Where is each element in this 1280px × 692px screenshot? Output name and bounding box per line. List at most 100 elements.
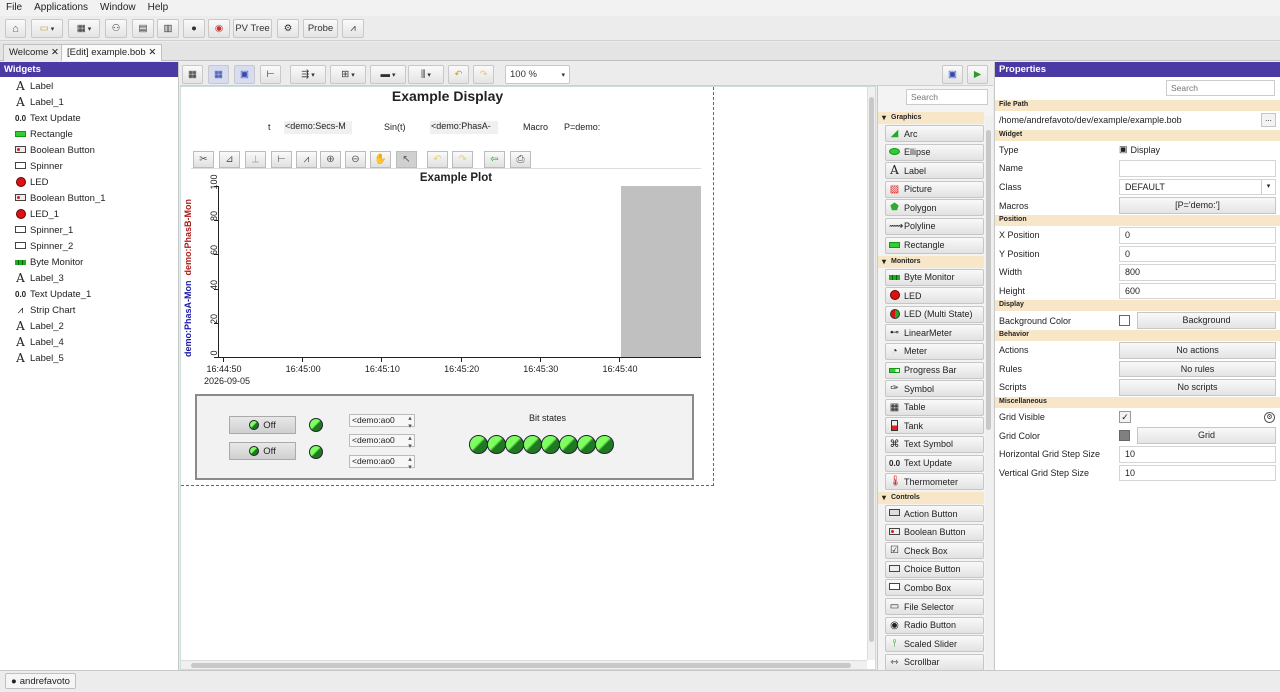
property-combo[interactable]: DEFAULT ▾ xyxy=(1119,178,1276,196)
palette-item[interactable]: ⊷ LinearMeter xyxy=(885,324,984,342)
coordinates-button[interactable]: ⊢ xyxy=(260,65,281,84)
palette-item[interactable]: Action Button xyxy=(885,505,984,523)
palette-item[interactable]: Rectangle xyxy=(885,236,984,254)
info-icon[interactable]: ⚙ xyxy=(1264,411,1275,423)
property-field[interactable]: 800 xyxy=(1119,264,1276,281)
crosshair-icon[interactable]: ⟂ xyxy=(245,151,266,168)
pv-tree-button[interactable]: PV Tree xyxy=(233,19,272,38)
undo-button[interactable]: ↶ xyxy=(448,65,469,84)
property-field[interactable]: 600 xyxy=(1119,282,1276,300)
property-button[interactable]: No actions xyxy=(1119,341,1276,359)
menu-help[interactable]: Help xyxy=(142,0,175,13)
property-color-button[interactable]: Grid xyxy=(1137,427,1276,444)
palette-category[interactable]: Monitors xyxy=(878,255,984,268)
widget-tree-item[interactable]: A Label_3 xyxy=(0,270,178,286)
property-checkbox[interactable]: ✓ xyxy=(1119,410,1131,423)
widget-tree-item[interactable]: Byte Monitor xyxy=(0,254,178,270)
property-field[interactable]: 10 xyxy=(1119,464,1276,482)
snap-widgets-button[interactable]: ▣ xyxy=(234,65,255,84)
spinner-1[interactable]: <demo:ao0 xyxy=(349,414,415,430)
widget-tree-item[interactable]: Boolean Button_1 xyxy=(0,190,178,206)
zoom-in-icon[interactable]: ⊕ xyxy=(320,151,341,168)
palette-item[interactable]: ⇿ Scrollbar xyxy=(885,653,984,671)
widget-tree-item[interactable]: LED_1 xyxy=(0,206,178,222)
boolean-button-2[interactable]: Off xyxy=(229,442,296,460)
home-button[interactable]: ⌂ xyxy=(5,19,26,38)
spacing-button[interactable]: ⫼ ▾ xyxy=(408,65,444,84)
widget-tree-item[interactable]: 0.0 Text Update_1 xyxy=(0,286,178,302)
property-button[interactable]: No rules xyxy=(1119,360,1276,378)
palette-category[interactable]: Graphics xyxy=(878,112,984,124)
widget-tree-item[interactable]: A Label xyxy=(0,78,178,94)
horizontal-scrollbar[interactable] xyxy=(181,660,867,669)
run-button[interactable]: ▶ xyxy=(967,65,988,84)
widget-tree-item[interactable]: A Label_5 xyxy=(0,350,178,366)
probe-button[interactable]: Probe xyxy=(303,19,338,38)
palette-item[interactable]: ◉ Radio Button xyxy=(885,616,984,634)
tab-edit-example[interactable]: [Edit] example.bob ✕ xyxy=(61,44,163,61)
palette-item[interactable]: ⌘ Text Symbol xyxy=(885,435,984,453)
property-button[interactable]: No scripts xyxy=(1119,379,1276,396)
plot-undo-icon[interactable]: ↶ xyxy=(427,151,448,168)
property-field[interactable] xyxy=(1119,160,1276,177)
plot-redo-icon[interactable]: ↷ xyxy=(452,151,473,168)
user-badge[interactable]: ● andrefavoto xyxy=(5,673,76,689)
widget-tree-item[interactable]: A Label_4 xyxy=(0,334,178,350)
widget-tree-item[interactable]: A Label_2 xyxy=(0,318,178,334)
back-icon[interactable]: ⇦ xyxy=(484,151,505,168)
spinner-3[interactable]: <demo:ao0 xyxy=(349,455,415,471)
property-field[interactable]: 0 xyxy=(1119,226,1276,244)
vertical-scroll-thumb[interactable] xyxy=(869,97,874,642)
palette-item[interactable]: ▨ Picture xyxy=(885,180,984,198)
tool-button-3[interactable]: ▥ xyxy=(157,19,179,38)
tab-welcome[interactable]: Welcome ✕ xyxy=(3,44,66,61)
axis-icon[interactable]: ⊿ xyxy=(219,151,240,168)
palette-item[interactable]: Choice Button xyxy=(885,560,984,578)
property-field[interactable]: 0 xyxy=(1119,245,1276,263)
palette-category[interactable]: Controls xyxy=(878,492,984,505)
save-button[interactable]: ▣ xyxy=(942,65,963,84)
browse-button[interactable]: ... xyxy=(1261,113,1276,127)
tool-button-5[interactable]: ◉ xyxy=(208,19,230,38)
boolean-button-1[interactable]: Off xyxy=(229,416,296,434)
property-color-button[interactable]: Background xyxy=(1137,312,1276,329)
cursor-icon[interactable]: ⊢ xyxy=(271,151,292,168)
widget-tree-item[interactable]: Spinner xyxy=(0,158,178,174)
palette-item[interactable]: Combo Box xyxy=(885,579,984,597)
tool-button-1[interactable]: ⚇ xyxy=(105,19,127,38)
palette-scroll-thumb[interactable] xyxy=(986,130,991,430)
tool-button-7[interactable]: ⩘ xyxy=(342,19,364,38)
palette-item[interactable]: ▭ File Selector xyxy=(885,598,984,616)
pointer-icon[interactable]: ↖ xyxy=(396,151,417,168)
palette-item[interactable]: ✑ Symbol xyxy=(885,380,984,398)
widget-tree-item[interactable]: 0.0 Text Update xyxy=(0,110,178,126)
palette-item[interactable]: A Label xyxy=(885,162,984,180)
size-button[interactable]: ▬ ▾ xyxy=(370,65,406,84)
align-button[interactable]: ⇶ ▾ xyxy=(290,65,326,84)
palette-item[interactable]: Byte Monitor xyxy=(885,268,984,286)
palette-item[interactable]: 🌡 Thermometer xyxy=(885,473,984,491)
widget-tree-item[interactable]: Boolean Button xyxy=(0,142,178,158)
palette-item[interactable]: Boolean Button xyxy=(885,523,984,541)
zoom-combo[interactable]: 100 % ▾ xyxy=(505,65,570,84)
palette-item[interactable]: ▦ Table xyxy=(885,398,984,416)
menu-window[interactable]: Window xyxy=(94,0,142,13)
distribute-button[interactable]: ⊞ ▾ xyxy=(330,65,366,84)
print-icon[interactable]: ⎙ xyxy=(510,151,531,168)
cut-icon[interactable]: ✂ xyxy=(193,151,214,168)
tool-button-4[interactable]: ● xyxy=(183,19,205,38)
grid-button[interactable]: ▦ xyxy=(182,65,203,84)
widget-tree-item[interactable]: ⩘ Strip Chart xyxy=(0,302,178,318)
editor-canvas[interactable]: Example Display t <demo:Secs-M Sin(t) <d… xyxy=(180,86,876,670)
pan-icon[interactable]: ✋ xyxy=(370,151,391,168)
open-button[interactable]: ▭ ▾ xyxy=(31,19,63,38)
palette-item[interactable]: Ellipse xyxy=(885,143,984,161)
tool-button-2[interactable]: ▤ xyxy=(132,19,154,38)
widget-tree-item[interactable]: Spinner_2 xyxy=(0,238,178,254)
palette-item[interactable]: LED xyxy=(885,287,984,305)
widget-tree-item[interactable]: A Label_1 xyxy=(0,94,178,110)
palette-search-input[interactable] xyxy=(906,89,988,105)
zoom-out-icon[interactable]: ⊖ xyxy=(345,151,366,168)
palette-scrollbar[interactable] xyxy=(985,116,993,670)
snap-grid-button[interactable]: ▦ xyxy=(208,65,229,84)
